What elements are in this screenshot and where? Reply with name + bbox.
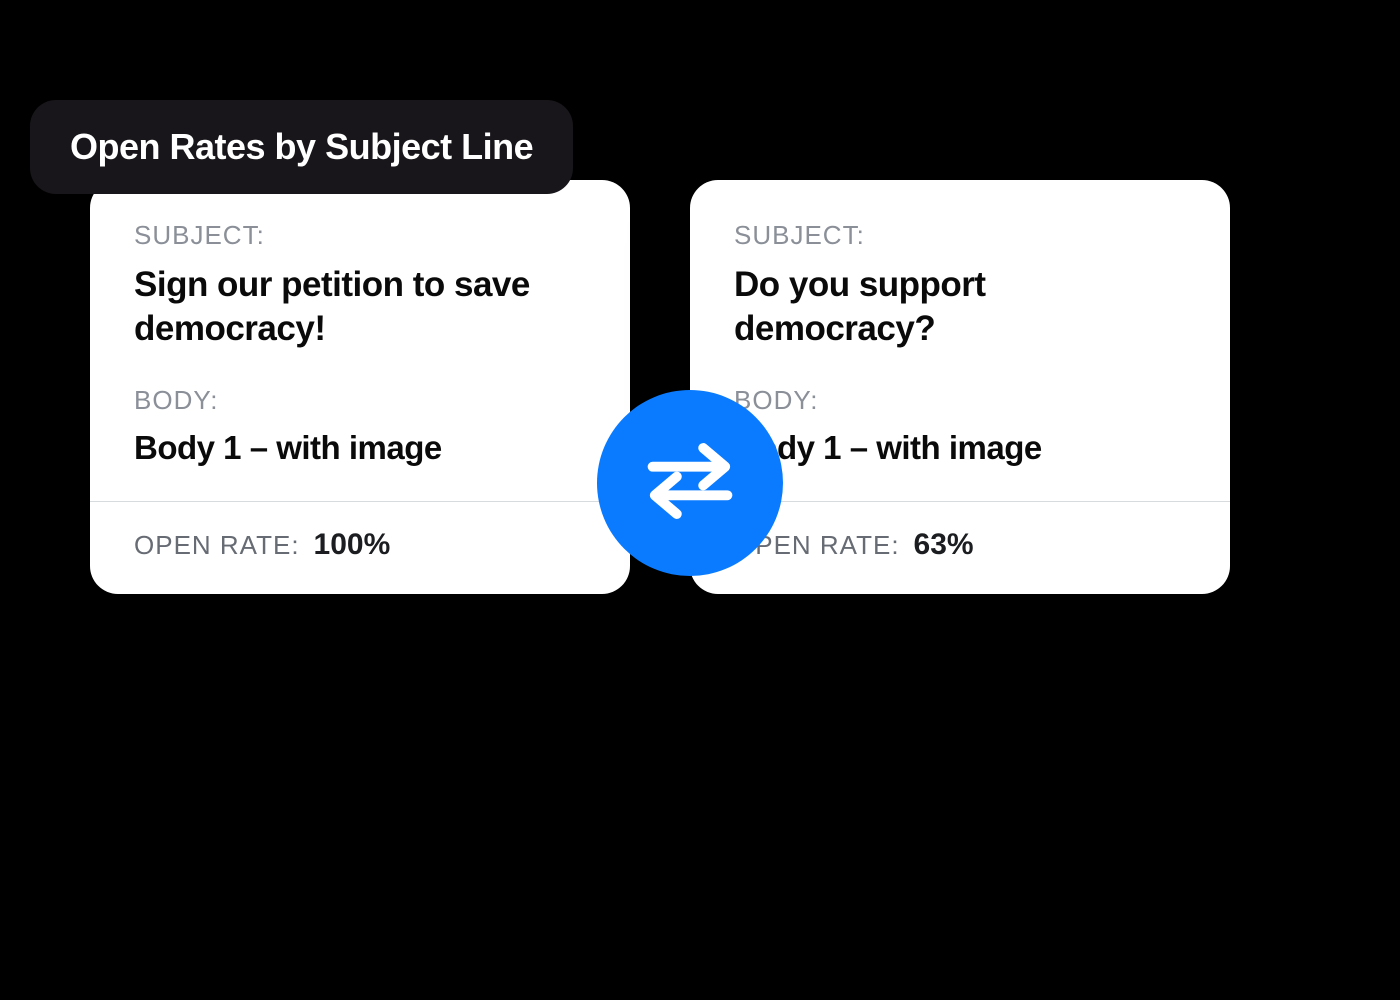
open-rate-value: 63%	[914, 528, 974, 562]
subject-label: SUBJECT:	[734, 220, 1186, 251]
body-label: BODY:	[734, 385, 1186, 416]
card-body: SUBJECT: Sign our petition to save democ…	[90, 180, 630, 501]
subject-label: SUBJECT:	[134, 220, 586, 251]
section-title-text: Open Rates by Subject Line	[70, 126, 533, 167]
swap-badge	[597, 390, 783, 576]
variant-card-a: SUBJECT: Sign our petition to save democ…	[90, 180, 630, 594]
subject-text: Sign our petition to save democracy!	[134, 263, 586, 351]
body-text: Body 1 – with image	[134, 428, 586, 468]
variant-card-b: SUBJECT: Do you support democracy? BODY:…	[690, 180, 1230, 594]
swap-horizontal-icon	[635, 426, 745, 541]
section-title-pill: Open Rates by Subject Line	[30, 100, 573, 194]
open-rate-value: 100%	[314, 528, 391, 562]
comparison-stage: Open Rates by Subject Line SUBJECT: Sign…	[0, 0, 1400, 1000]
subject-text: Do you support democracy?	[734, 263, 1186, 351]
body-label: BODY:	[134, 385, 586, 416]
open-rate-label: OPEN RATE:	[134, 530, 300, 561]
card-footer: OPEN RATE: 100%	[90, 501, 630, 594]
body-text: Body 1 – with image	[734, 428, 1186, 468]
